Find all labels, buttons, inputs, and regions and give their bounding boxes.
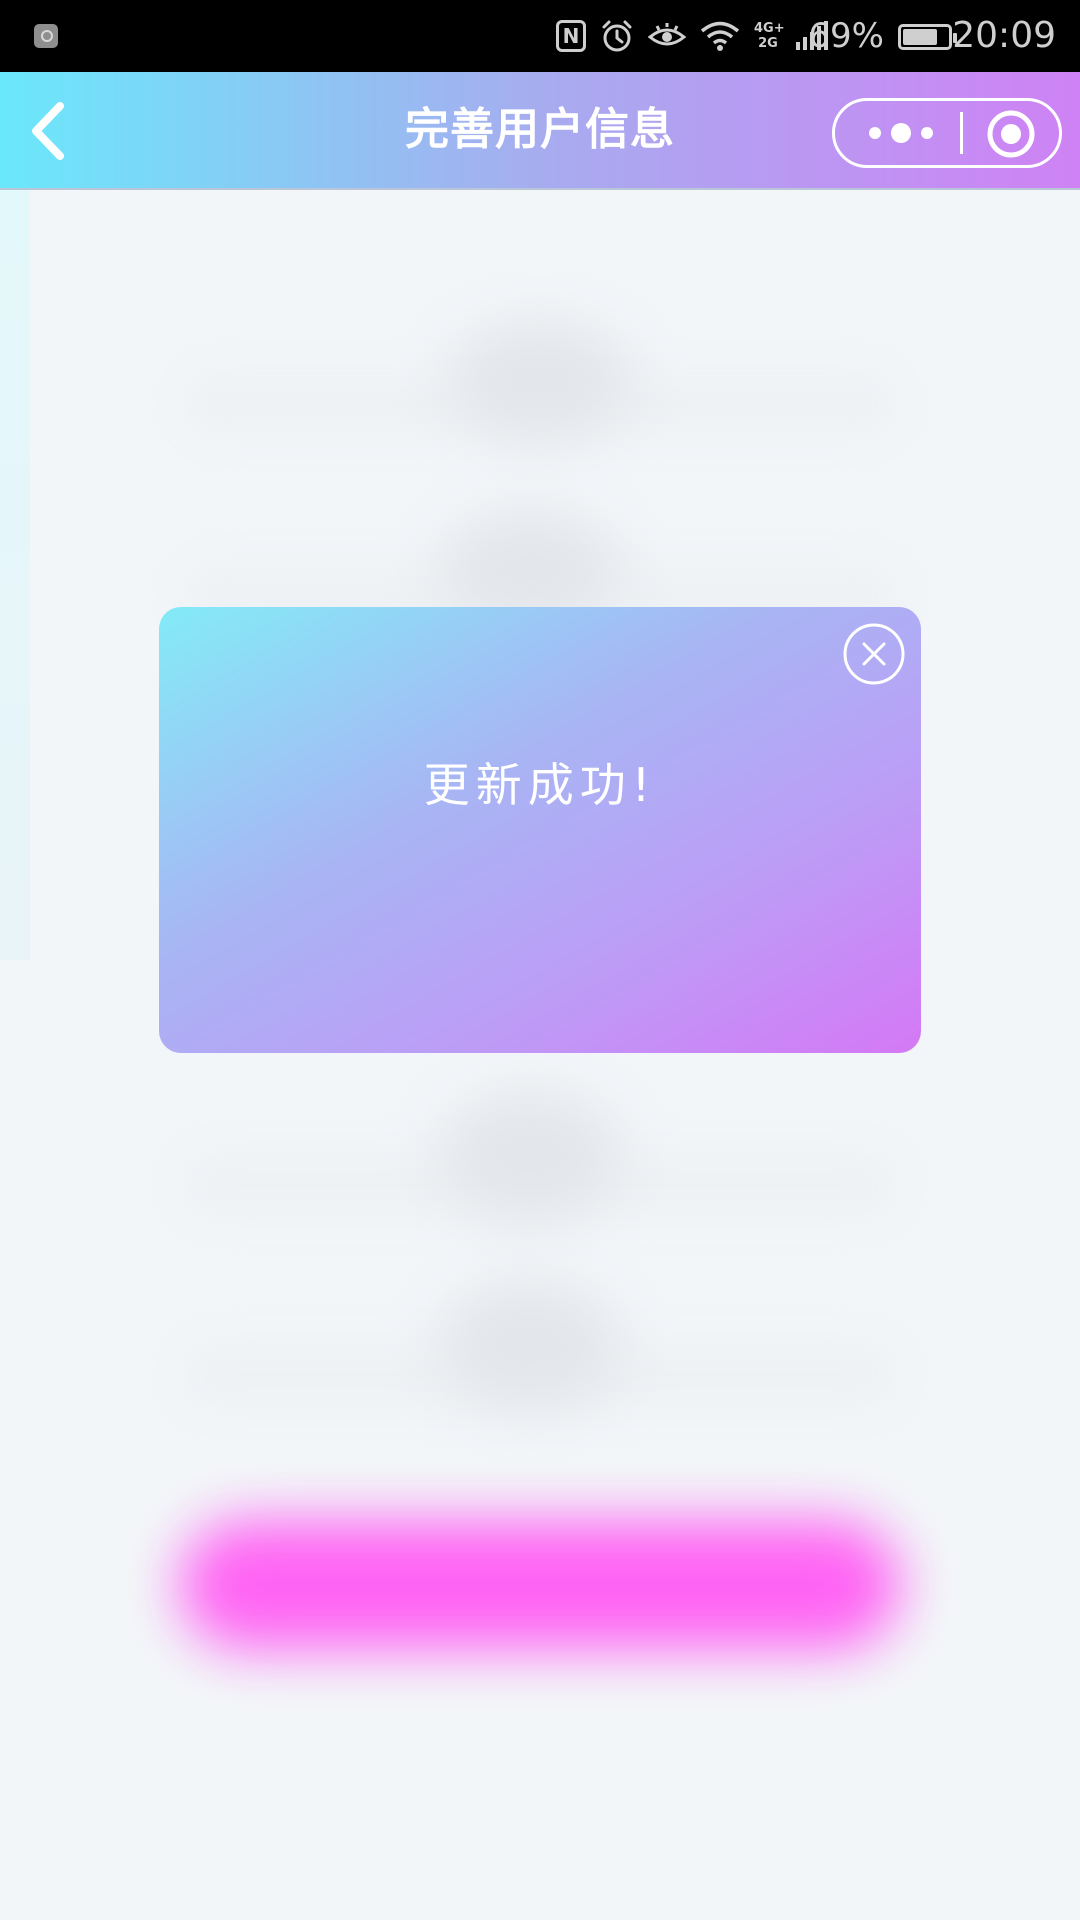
capsule-divider: [960, 112, 963, 154]
mini-program-capsule: [832, 98, 1062, 168]
close-icon[interactable]: [842, 622, 906, 686]
battery-icon: [898, 24, 957, 50]
side-strip: [0, 190, 30, 960]
notification-app-icon: [34, 24, 58, 48]
clock: 20:09: [952, 15, 1056, 56]
wifi-icon: [700, 21, 740, 51]
submit-button-blur: [180, 1520, 900, 1650]
eye-comfort-icon: [648, 23, 686, 46]
form-field-blur: [180, 370, 900, 440]
form-field-blur: [180, 1150, 900, 1220]
nfc-icon: N: [556, 20, 586, 52]
nav-bar: 完善用户信息: [0, 72, 1080, 190]
network-type: 4G+ 2G: [754, 21, 785, 51]
battery-percent: 69%: [808, 16, 884, 56]
status-bar: N 4G+ 2G 69% 20:09: [0, 0, 1080, 72]
alarm-icon: [602, 20, 632, 52]
form-field-blur: [440, 1090, 620, 1220]
modal-message: 更新成功!: [423, 758, 657, 812]
form-field-blur: [180, 1340, 900, 1410]
form-field-blur: [450, 320, 630, 440]
exit-mini-program-icon[interactable]: [987, 110, 1035, 158]
status-icons: N 4G+ 2G: [556, 14, 830, 58]
more-icon[interactable]: [857, 101, 947, 165]
form-field-blur: [440, 1280, 620, 1410]
success-modal: 更新成功!: [159, 607, 921, 1053]
